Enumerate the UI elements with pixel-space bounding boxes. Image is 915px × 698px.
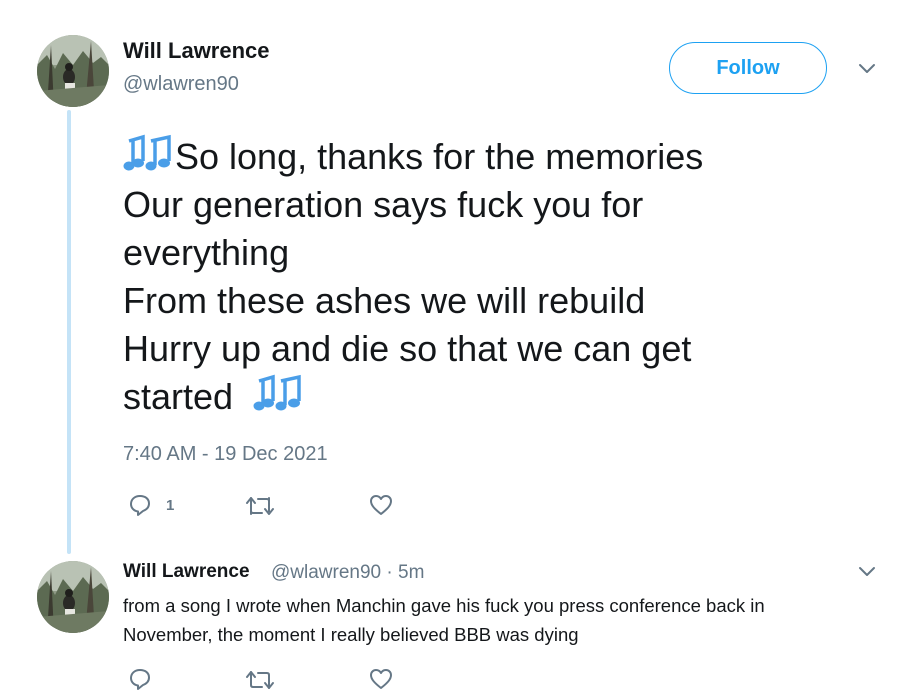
tweet-line: So long, thanks for the memories <box>175 136 704 177</box>
reply-line: November, the moment I really believed B… <box>123 624 579 645</box>
author-handle[interactable]: @wlawren90 <box>123 73 239 96</box>
musical-notes-icon <box>253 374 301 411</box>
heart-icon <box>370 669 392 689</box>
tweet-text: So long, thanks for the memories Our gen… <box>123 133 883 421</box>
reply-handle-time[interactable]: @wlawren90 · 5m <box>271 562 424 584</box>
reply-text: from a song I wrote when Manchin gave hi… <box>123 591 883 649</box>
musical-notes-icon <box>123 134 171 171</box>
tweet-line: everything <box>123 232 290 273</box>
retweet-icon <box>246 671 274 689</box>
reply-button[interactable]: 1 <box>128 493 174 517</box>
reply-author-name[interactable]: Will Lawrence <box>123 561 250 583</box>
retweet-button[interactable] <box>245 494 275 518</box>
tweet-timestamp[interactable]: 7:40 AM - 19 Dec 2021 <box>123 443 328 466</box>
avatar[interactable] <box>37 561 109 633</box>
heart-icon <box>370 495 392 515</box>
thread-connector <box>67 110 71 554</box>
reply-icon <box>130 495 150 516</box>
reply-icon <box>130 669 150 690</box>
reply-button[interactable] <box>128 667 152 691</box>
like-button[interactable] <box>369 668 393 690</box>
reply-count: 1 <box>166 496 175 514</box>
avatar[interactable] <box>37 35 109 107</box>
retweet-icon <box>246 497 274 515</box>
tweet-line: From these ashes we will rebuild <box>123 280 646 321</box>
tweet-line: Hurry up and die so that we can get <box>123 328 692 369</box>
chevron-down-icon[interactable] <box>858 63 876 75</box>
retweet-button[interactable] <box>245 668 275 692</box>
chevron-down-icon[interactable] <box>858 566 876 578</box>
like-button[interactable] <box>369 494 393 516</box>
author-name[interactable]: Will Lawrence <box>123 38 270 64</box>
reply-line: from a song I wrote when Manchin gave hi… <box>123 595 765 616</box>
tweet-line: Our generation says fuck you for <box>123 184 644 225</box>
tweet-line: started <box>123 376 234 417</box>
follow-button[interactable]: Follow <box>669 42 827 94</box>
